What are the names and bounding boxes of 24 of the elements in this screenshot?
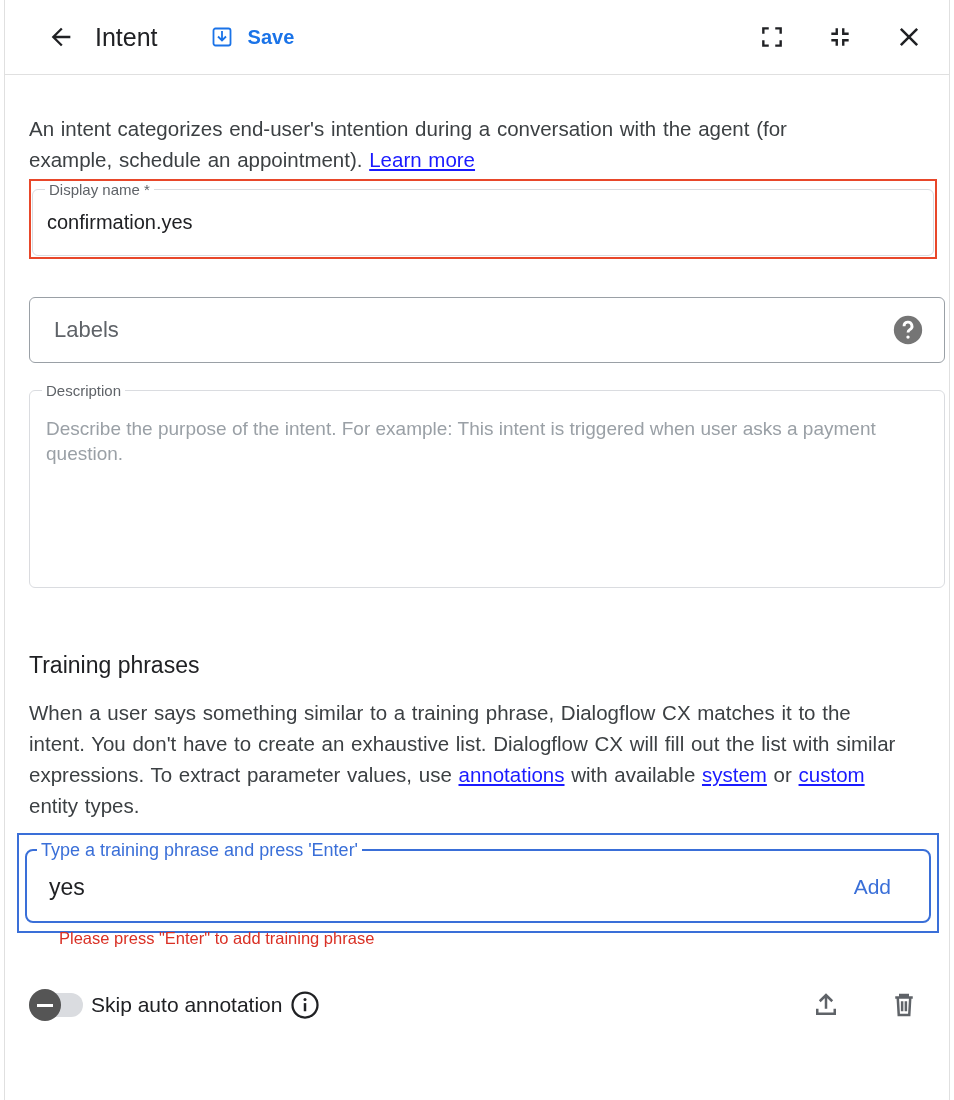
display-name-input[interactable]: confirmation.yes <box>47 211 347 234</box>
toggle-label: Skip auto annotation <box>91 993 283 1017</box>
intro-text: An intent categorizes end-user's intention during a conversation with the agent (for example, schedule an appointment). Learn more <box>29 116 788 173</box>
help-icon[interactable] <box>891 313 925 347</box>
description-field[interactable]: Description Describe the purpose of the intent. For example: This intent is triggered when user asks a payment question. <box>29 383 945 588</box>
save-button[interactable]: Save <box>205 21 299 53</box>
section-heading: Training phrases <box>29 652 201 679</box>
error-message: Please press "Enter" to add training phrase <box>59 929 376 948</box>
labels-field[interactable]: Labels <box>29 297 945 363</box>
link[interactable]: annotations <box>458 763 565 786</box>
field-label: Type a training phrase and press 'Enter' <box>40 841 360 859</box>
learn-more-link[interactable]: Learn more <box>369 148 476 171</box>
training-description: When a user says something similar to a training phrase, Dialogflow CX matches it to the intent. You don't have to create an exhaustive list. Dialogflow CX will fill out the list with similar expressions. To extract parameter values, use annotations with available system or custom entity types. <box>29 700 897 819</box>
link[interactable]: custom <box>798 763 865 786</box>
field-label: Display name * <box>48 182 151 197</box>
training-phrase-input[interactable]: yes <box>49 873 850 901</box>
add-button[interactable]: Add <box>849 871 895 903</box>
training-phrase-field[interactable]: Type a training phrase and press 'Enter' yes Add <box>25 841 931 923</box>
panel-title: Intent <box>95 22 158 52</box>
description-input[interactable]: Describe the purpose of the intent. For example: This intent is triggered when user asks a payment question. <box>46 416 926 468</box>
field-label: Description <box>45 383 123 398</box>
info-icon[interactable] <box>290 990 321 1020</box>
link[interactable]: system <box>702 763 767 786</box>
display-name-field[interactable]: Display name * confirmation.yes <box>32 182 934 256</box>
